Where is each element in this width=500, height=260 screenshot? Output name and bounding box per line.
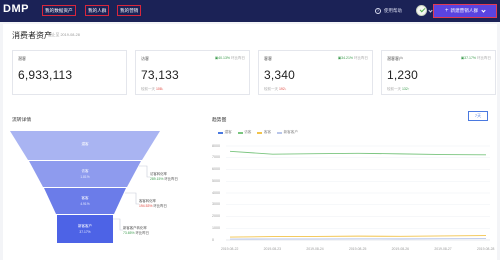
y-tick-label: 5000 <box>212 178 220 183</box>
x-tick-label: 2019-08-23 <box>263 247 282 251</box>
y-tick-label: 3000 <box>212 202 220 207</box>
trend-chart <box>226 145 490 241</box>
y-tick-label: 8000 <box>212 143 220 148</box>
x-tick-label: 2019-08-25 <box>349 247 367 251</box>
y-tick-label: 1000 <box>212 225 220 230</box>
y-tick-label: 6000 <box>212 167 220 171</box>
x-tick-label: 2019-08-24 <box>306 247 324 251</box>
x-tick-label: 2019-08-27 <box>434 247 452 251</box>
series-line-客客 <box>229 235 487 238</box>
x-tick-label: 2019-08-22 <box>221 247 239 251</box>
x-tick-label: 2019-08-28 <box>477 247 495 251</box>
y-tick-label: 2000 <box>212 214 220 218</box>
y-tick-label: 0 <box>212 237 214 242</box>
series-line-访客 <box>229 150 487 156</box>
x-tick-label: 2019-08-26 <box>391 247 410 251</box>
y-tick-label: 4000 <box>212 190 220 195</box>
y-tick-label: 7000 <box>212 155 220 160</box>
